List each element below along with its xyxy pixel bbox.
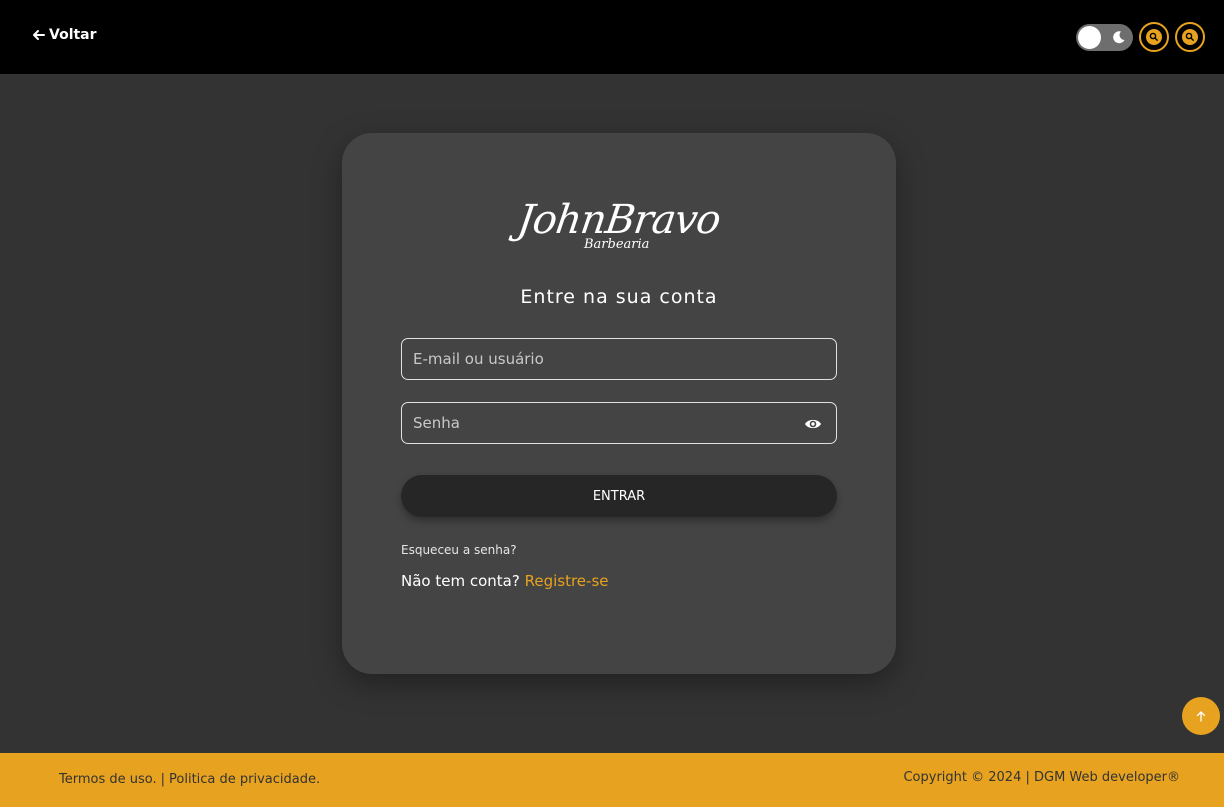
zoom-in-icon [1146, 29, 1162, 45]
footer-links: Termos de uso. | Politica de privacidade… [59, 772, 320, 787]
login-title: Entre na sua conta [520, 286, 718, 308]
copyright-text: Copyright © 2024 | DGM Web developer® [903, 770, 1180, 785]
arrow-up-icon [1196, 711, 1206, 722]
password-input[interactable] [402, 403, 836, 443]
accessibility-controls [1076, 22, 1205, 52]
logo-sub-text: Barbearia [584, 237, 650, 252]
back-link[interactable]: Voltar [32, 27, 97, 43]
email-field-wrapper [401, 338, 837, 380]
scroll-to-top-button[interactable] [1182, 697, 1220, 735]
brand-logo: JohnBravo Barbearia [342, 197, 896, 261]
zoom-out-icon [1182, 29, 1198, 45]
footer: Termos de uso. | Politica de privacidade… [0, 753, 1224, 807]
login-card: JohnBravo Barbearia Entre na sua conta E… [342, 133, 896, 674]
eye-icon[interactable] [804, 415, 822, 433]
toggle-knob [1078, 25, 1101, 49]
password-field-wrapper [401, 402, 837, 444]
register-prompt: Não tem conta? Registre-se [401, 572, 609, 590]
moon-icon [1113, 30, 1125, 43]
arrow-left-icon [33, 30, 45, 40]
register-link[interactable]: Registre-se [525, 572, 609, 590]
forgot-password-link[interactable]: Esqueceu a senha? [401, 543, 517, 557]
back-label: Voltar [49, 27, 97, 43]
theme-toggle[interactable] [1076, 23, 1133, 51]
email-input[interactable] [402, 339, 836, 379]
footer-separator: | [160, 772, 166, 787]
top-bar: Voltar [0, 0, 1224, 74]
terms-link[interactable]: Termos de uso. [59, 772, 157, 787]
zoom-in-button[interactable] [1139, 22, 1169, 52]
zoom-out-button[interactable] [1175, 22, 1205, 52]
login-button[interactable]: ENTRAR [401, 475, 837, 517]
privacy-link[interactable]: Politica de privacidade. [169, 772, 320, 787]
no-account-text: Não tem conta? [401, 572, 520, 590]
